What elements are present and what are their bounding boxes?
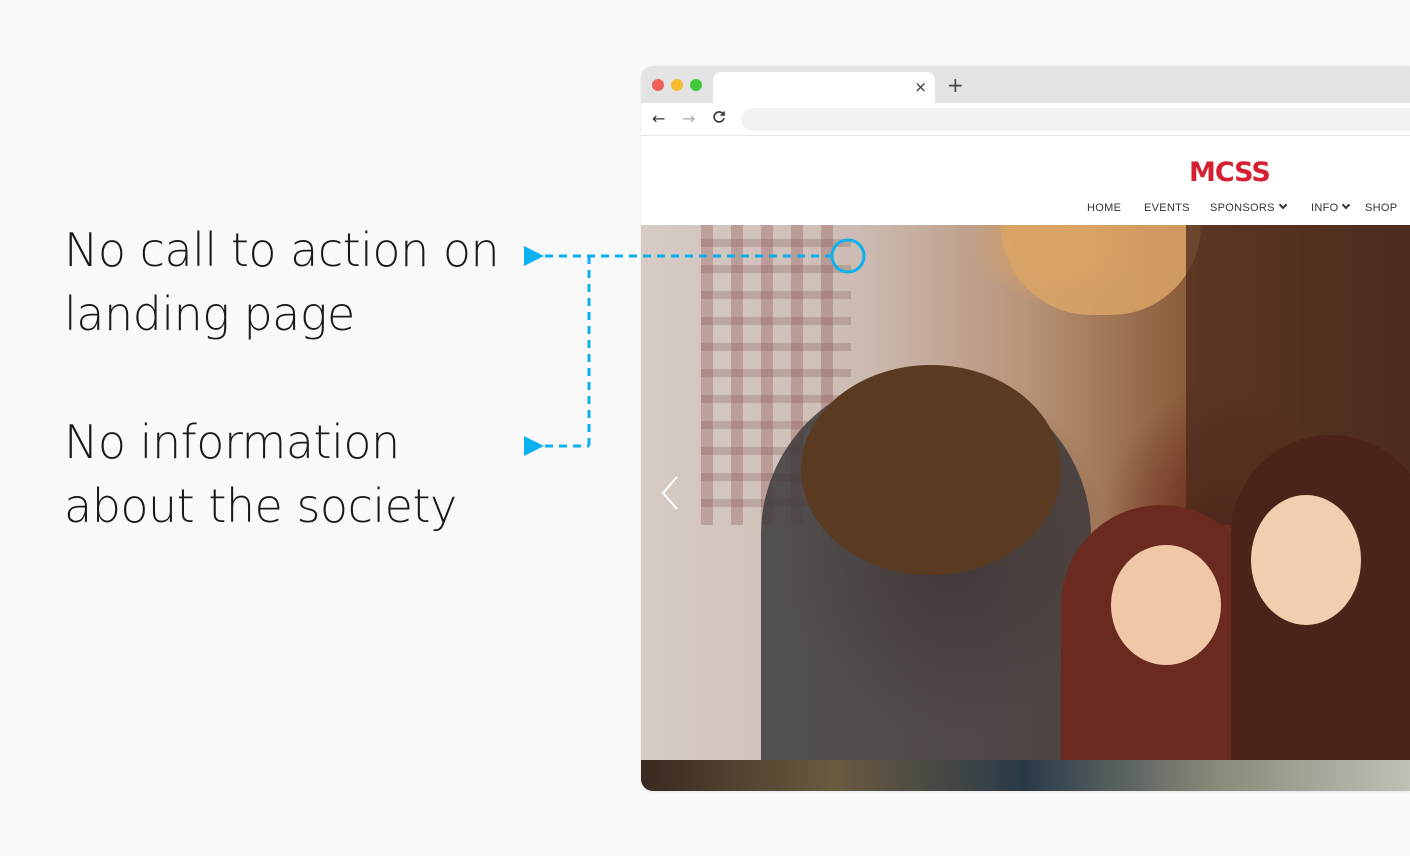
annotation-no-cta-line-2: landing page [64, 287, 355, 341]
chevron-left-icon[interactable] [659, 475, 681, 511]
nav-sponsors[interactable]: SPONSORS [1210, 200, 1287, 214]
nav-shop[interactable]: SHOP [1365, 202, 1397, 214]
nav-sponsors-label: SPONSORS [1210, 202, 1275, 214]
back-arrow-icon[interactable]: ← [652, 109, 665, 129]
annotation-no-cta-line-1: No call to action on [64, 223, 500, 277]
browser-window: × + ← → MCSS HOME EVENTS SPONSORS INFO S… [641, 66, 1410, 791]
annotation-no-info-line-2: about the society [64, 479, 457, 533]
chevron-down-icon [1278, 200, 1287, 210]
hero-image [641, 225, 1410, 791]
arrow-left-icon [524, 246, 544, 266]
nav-info[interactable]: INFO [1311, 200, 1351, 214]
annotation-no-cta: No call to action on landing page [64, 218, 500, 346]
nav-home[interactable]: HOME [1087, 202, 1121, 214]
reload-icon[interactable] [712, 109, 726, 129]
browser-toolbar: ← → [641, 103, 1410, 136]
site-logo[interactable]: MCSS [1189, 157, 1271, 188]
new-tab-icon[interactable]: + [947, 74, 964, 96]
arrow-left-icon [524, 436, 544, 456]
hero-person-hair [801, 365, 1061, 575]
annotation-no-info: No information about the society [64, 410, 457, 538]
annotation-no-info-line-1: No information [64, 415, 400, 469]
site-header: MCSS HOME EVENTS SPONSORS INFO SHOP [641, 137, 1410, 225]
address-bar[interactable] [741, 108, 1410, 131]
browser-tab[interactable]: × [713, 72, 935, 103]
window-maximize-dot[interactable] [690, 79, 702, 91]
tab-close-icon[interactable]: × [914, 78, 927, 96]
nav-info-label: INFO [1311, 202, 1339, 214]
nav-events[interactable]: EVENTS [1144, 202, 1190, 214]
forward-arrow-icon[interactable]: → [682, 109, 695, 129]
chevron-down-icon [1342, 200, 1351, 210]
hero-person-face [1111, 545, 1221, 665]
hero-bottom-strip [641, 760, 1410, 791]
window-minimize-dot[interactable] [671, 79, 683, 91]
reload-icon-graphic [713, 111, 725, 123]
window-close-dot[interactable] [652, 79, 664, 91]
hero-lamp [1001, 225, 1201, 315]
browser-tab-bar: × + [641, 66, 1410, 103]
hero-person-face [1251, 495, 1361, 625]
canvas: No call to action on landing page No inf… [0, 0, 1410, 856]
